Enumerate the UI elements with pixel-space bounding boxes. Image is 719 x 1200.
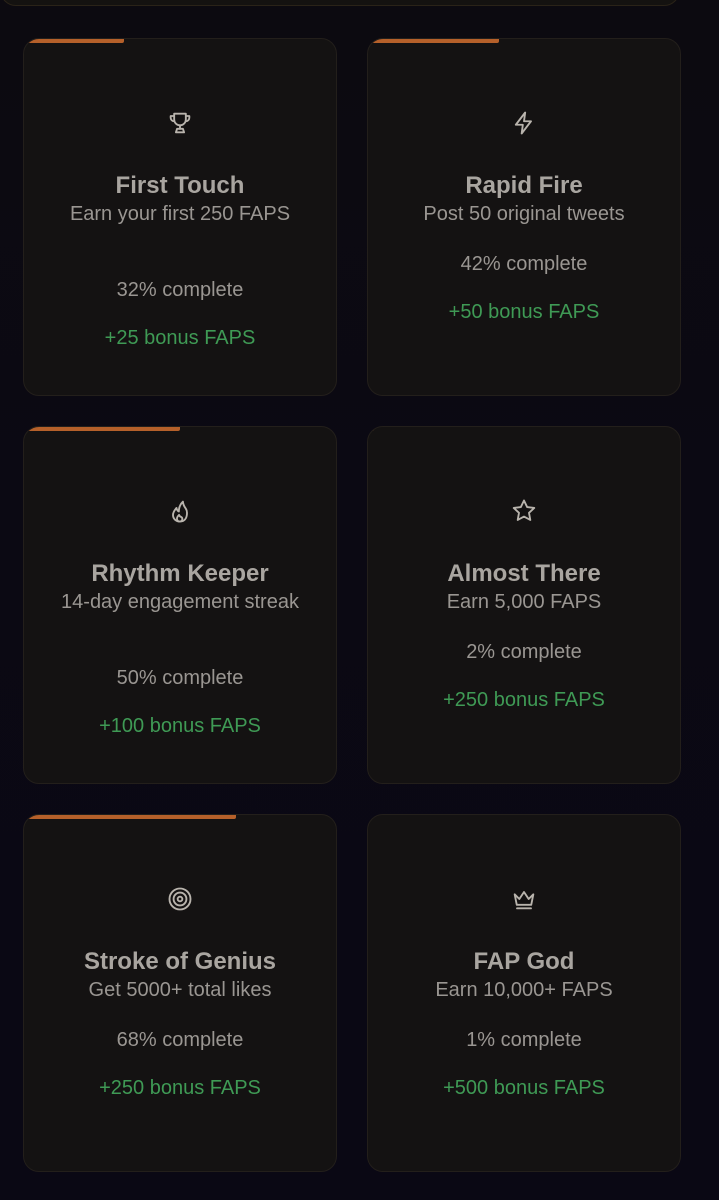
progress-label: 68% complete (116, 1029, 244, 1051)
achievement-title: Rapid Fire (465, 172, 583, 199)
progress-bar-fill (368, 427, 375, 431)
previous-card-edge (0, 0, 680, 6)
progress-bar (368, 815, 680, 819)
bonus-label: +250 bonus FAPS (99, 1077, 261, 1099)
progress-label: 42% complete (460, 253, 588, 275)
achievement-description: 14-day engagement streak (61, 591, 299, 613)
achievement-card-rapid-fire[interactable]: Rapid Fire Post 50 original tweets 42% c… (367, 38, 681, 396)
progress-bar (368, 39, 680, 43)
achievement-title: Rhythm Keeper (91, 560, 269, 587)
progress-bar-fill (24, 39, 124, 43)
achievement-card-fap-god[interactable]: FAP God Earn 10,000+ FAPS 1% complete +5… (367, 814, 681, 1172)
achievement-description: Earn 10,000+ FAPS (435, 979, 613, 1001)
progress-label: 32% complete (116, 279, 244, 301)
progress-bar (24, 427, 336, 431)
achievement-title: First Touch (115, 172, 245, 199)
trophy-icon (166, 109, 194, 137)
bonus-label: +25 bonus FAPS (104, 327, 256, 349)
achievement-description: Post 50 original tweets (423, 203, 625, 225)
progress-label: 2% complete (466, 641, 582, 663)
target-icon (166, 885, 194, 913)
progress-bar-fill (24, 815, 237, 819)
progress-label: 50% complete (116, 667, 244, 689)
bonus-label: +100 bonus FAPS (99, 715, 261, 737)
achievement-description: Get 5000+ total likes (88, 979, 272, 1001)
achievement-card-stroke-of-genius[interactable]: Stroke of Genius Get 5000+ total likes 6… (23, 814, 337, 1172)
progress-bar (24, 815, 336, 819)
achievement-card-first-touch[interactable]: First Touch Earn your first 250 FAPS 32%… (23, 38, 337, 396)
progress-bar-fill (368, 815, 372, 819)
bonus-label: +500 bonus FAPS (443, 1077, 605, 1099)
achievement-title: Almost There (447, 560, 601, 587)
bonus-label: +50 bonus FAPS (448, 301, 600, 323)
crown-icon (510, 885, 538, 913)
progress-bar-fill (24, 427, 180, 431)
progress-bar (368, 427, 680, 431)
flame-icon (166, 497, 194, 525)
achievement-title: FAP God (473, 948, 575, 975)
star-icon (510, 497, 538, 525)
bonus-label: +250 bonus FAPS (443, 689, 605, 711)
achievement-description: Earn 5,000 FAPS (446, 591, 602, 613)
achievement-title: Stroke of Genius (83, 948, 277, 975)
achievement-description: Earn your first 250 FAPS (69, 203, 291, 225)
progress-label: 1% complete (466, 1029, 582, 1051)
progress-bar (24, 39, 336, 43)
lightning-icon (510, 109, 538, 137)
progress-bar-fill (368, 39, 500, 43)
achievement-card-almost-there[interactable]: Almost There Earn 5,000 FAPS 2% complete… (367, 426, 681, 784)
achievement-card-rhythm-keeper[interactable]: Rhythm Keeper 14-day engagement streak 5… (23, 426, 337, 784)
